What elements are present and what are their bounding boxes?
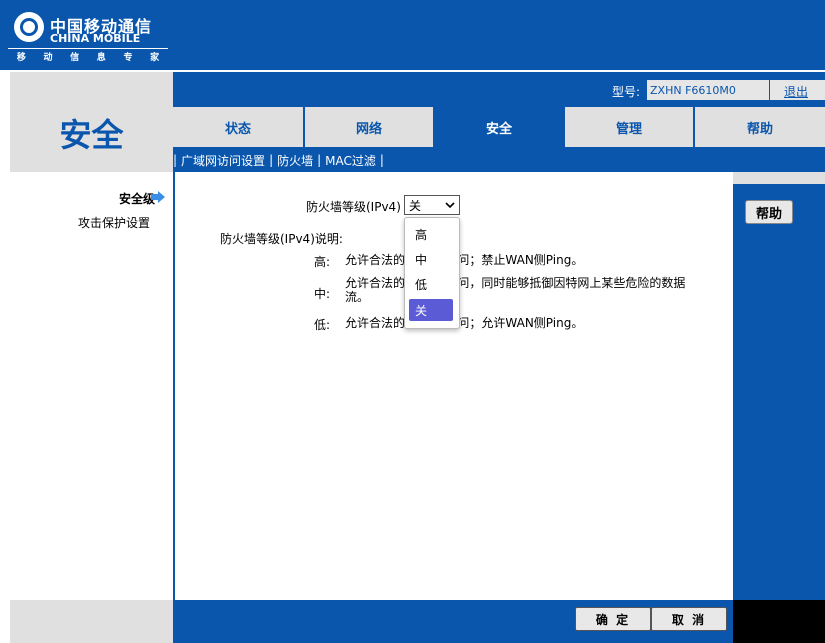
- logo-sub-char: 家: [150, 53, 160, 63]
- logout-link[interactable]: 退出: [784, 83, 808, 100]
- option-low[interactable]: 低: [409, 273, 453, 295]
- option-off[interactable]: 关: [409, 299, 453, 321]
- logo-subtitle: 移 动 信 息 专 家: [8, 48, 168, 64]
- tab-label: 管理: [615, 121, 642, 137]
- cancel-button[interactable]: 取 消: [651, 607, 727, 631]
- sidebar-item-attack-protection[interactable]: 攻击保护设置: [10, 214, 150, 231]
- logo-sub-char: 信: [70, 53, 80, 63]
- tab-security[interactable]: 安全: [435, 107, 563, 147]
- logo-emblem-icon: [14, 12, 44, 42]
- sub-navigation: | 广域网访问设置 | 防火墙 | MAC过滤 |: [173, 150, 384, 170]
- logo-sub-char: 动: [43, 53, 53, 63]
- firewall-level-label: 防火墙等级(IPv4): [306, 200, 401, 214]
- tab-management[interactable]: 管理: [565, 107, 693, 147]
- desc-row-label-low: 低:: [313, 318, 330, 332]
- subnav-separator: |: [269, 153, 274, 167]
- subnav-separator: |: [379, 153, 384, 167]
- logo-sub-char: 息: [96, 53, 106, 63]
- chevron-down-icon: [445, 202, 455, 209]
- tab-network[interactable]: 网络: [305, 107, 433, 147]
- desc-row-label-medium: 中:: [313, 287, 330, 301]
- help-button[interactable]: 帮助: [745, 200, 793, 224]
- help-column: [733, 172, 825, 600]
- footer-right-block: [733, 600, 825, 643]
- ok-button[interactable]: 确 定: [575, 607, 651, 631]
- description-title: 防火墙等级(IPv4)说明:: [220, 232, 343, 246]
- select-value: 关: [409, 198, 422, 213]
- arrow-right-icon: [151, 191, 165, 203]
- desc-row-label-high: 高:: [313, 255, 330, 269]
- subnav-separator: |: [317, 153, 322, 167]
- desc-row-text-low: 允许合法的WAN侧访问；允许WAN侧Ping。: [345, 316, 584, 330]
- china-mobile-logo: 中国移动通信 CHINA MOBILE 移 动 信 息 专 家: [8, 8, 168, 64]
- sidebar-item-security-level[interactable]: 安全级: [10, 190, 155, 207]
- tab-status[interactable]: 状态: [173, 107, 303, 147]
- subnav-firewall[interactable]: 防火墙: [277, 152, 313, 169]
- subnav-wan-access[interactable]: 广域网访问设置: [181, 152, 265, 169]
- logo-text-en: CHINA MOBILE: [50, 32, 141, 45]
- tab-label: 网络: [355, 121, 382, 137]
- tab-label: 状态: [224, 121, 251, 137]
- tab-help[interactable]: 帮助: [695, 107, 825, 147]
- help-column-top: [733, 172, 825, 184]
- page-title: 安全: [59, 116, 124, 154]
- firewall-level-dropdown: 高 中 低 关: [404, 217, 460, 329]
- tab-label: 安全: [485, 121, 512, 137]
- model-label: 型号:: [612, 85, 641, 99]
- logo-emblem-inner: [20, 18, 38, 36]
- subnav-separator: |: [173, 153, 178, 167]
- subnav-mac-filter[interactable]: MAC过滤: [325, 152, 376, 169]
- option-high[interactable]: 高: [409, 223, 453, 245]
- logo-sub-char: 专: [123, 53, 133, 63]
- model-value: ZXHN F6610M0: [650, 84, 736, 97]
- left-footer-panel: [10, 600, 173, 643]
- option-medium[interactable]: 中: [409, 248, 453, 270]
- desc-row-text-high: 允许合法的WAN侧访问；禁止WAN侧Ping。: [345, 253, 584, 267]
- tab-label: 帮助: [746, 121, 773, 137]
- logo-sub-char: 移: [16, 53, 26, 63]
- firewall-level-select[interactable]: 关: [404, 195, 460, 215]
- desc-row-text-medium: 允许合法的WAN侧访问，同时能够抵御因特网上某些危险的数据流。: [345, 276, 686, 304]
